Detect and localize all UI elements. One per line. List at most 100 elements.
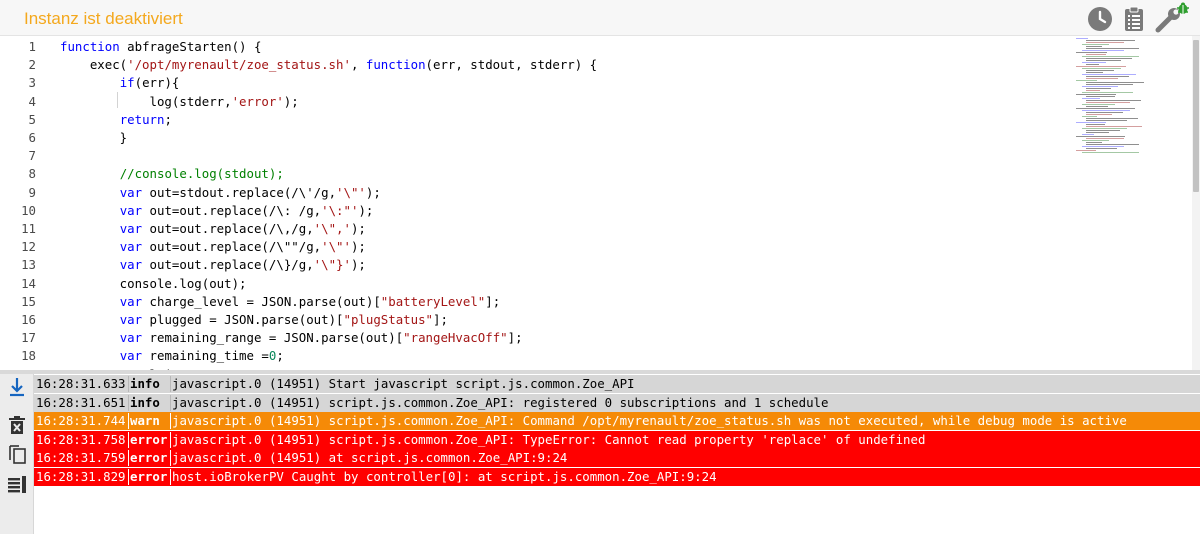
log-timestamp: 16:28:31.829 [36,469,126,484]
minimap-line [1086,46,1102,48]
minimap-line [1082,56,1139,58]
scroll-to-bottom-icon[interactable] [6,376,28,398]
log-column-divider [128,376,129,392]
code-line[interactable]: var out=out.replace(/\}/g,'\"}'); [60,256,366,274]
minimap-line [1082,146,1124,148]
minimap-line [1076,94,1116,96]
log-list-icon[interactable] [1121,6,1147,32]
code-token: out=out.replace(/\,/g, [142,221,314,236]
code-token: "batteryLevel" [380,293,486,309]
code-line[interactable]: if(err){ [60,74,180,92]
code-line[interactable]: var plugged = JSON.parse(out)["plugStatu… [60,311,448,329]
code-line[interactable]: //console.log(stdout); [60,165,284,183]
line-number: 11 [21,221,36,236]
code-token: ); [350,257,366,273]
minimap-line [1086,54,1106,56]
code-line[interactable]: var out=out.replace(/\: /g,'\:"'); [60,202,374,220]
log-level: error [130,469,168,484]
minimap-line [1086,132,1109,134]
code-token: charge_level = JSON.parse(out)[ [142,293,381,309]
minimap-line [1086,84,1133,86]
code-line[interactable]: exec('/opt/myrenault/zoe_status.sh', fun… [60,56,597,74]
code-token: ); [358,202,374,218]
log-column-divider [128,431,129,448]
log-row: 16:28:31.829 error host.ioBrokerPV Caught … [34,468,1200,486]
code-token: function [60,39,120,54]
code-editor[interactable]: 12345678910111213141516171819 function a… [0,36,1200,370]
minimap-line [1086,96,1115,98]
code-token: ); [350,239,366,255]
code-token: abfrageStarten() { [119,39,262,54]
code-token: remaining_range = JSON.parse(out)[ [142,330,404,346]
minimap-line [1082,74,1136,76]
minimap-line [1086,48,1139,50]
minimap-line [1082,50,1124,52]
copy-log-icon[interactable] [6,442,28,464]
line-number: 9 [28,184,36,200]
code-line[interactable]: return; [60,111,172,129]
line-number: 2 [28,57,36,73]
severity-filter-icon[interactable] [6,472,28,494]
code-token: "plugStatus" [343,312,434,327]
code-token: var [119,330,143,346]
code-token: var [119,202,143,218]
instance-header: Instanz ist deaktiviert [0,0,1200,36]
minimap-line [1086,76,1129,78]
minimap-line [1076,52,1107,54]
code-token: var [119,312,143,327]
minimap-line [1076,38,1088,40]
clear-log-icon[interactable] [6,414,28,436]
code-token: '\"}' [313,257,351,273]
code-token: (err, stdout, stderr) { [425,57,598,73]
log-message: javascript.0 (14951) script.js.common.Zo… [172,431,926,447]
code-token: var [119,348,143,364]
code-line[interactable]: var out=out.replace(/\""/g,'\"'); [60,238,366,256]
log-level: info [130,394,160,410]
log-column-divider [170,413,171,430]
instance-status-text: Instanz ist deaktiviert [24,9,183,28]
code-line[interactable]: var out=stdout.replace(/\'/g,'\"'); [60,184,381,202]
line-number: 1 [28,39,36,54]
log-level: error [130,431,168,447]
code-line[interactable]: var out=out.replace(/\,/g,'\",'); [60,220,366,238]
editor-minimap[interactable] [1074,36,1192,166]
minimap-line [1082,128,1127,130]
code-token: ]; [507,330,523,346]
editor-scrollbar-thumb[interactable] [1193,40,1199,192]
code-token: return [119,111,165,127]
minimap-line [1076,80,1097,82]
minimap-line [1082,98,1100,100]
log-message: javascript.0 (14951) script.js.common.Zo… [172,413,1127,429]
code-token: ]; [485,293,501,309]
log-column-divider [128,394,129,411]
minimap-line [1086,82,1144,84]
code-line[interactable]: var charge_level = JSON.parse(out)["batt… [60,293,500,311]
code-token: var [119,239,143,255]
minimap-line [1076,150,1096,152]
code-token: 'error' [231,93,284,109]
code-lines[interactable]: function abfrageStarten() { exec('/opt/m… [60,36,1070,370]
minimap-line [1086,124,1105,126]
code-line[interactable]: function abfrageStarten() { [60,38,261,56]
log-message: javascript.0 (14951) Start javascript sc… [172,376,635,391]
clock-icon[interactable] [1087,6,1113,32]
code-token: out=out.replace(/\""/g, [142,239,322,255]
code-line[interactable]: console.log(out); [60,275,247,293]
code-token: var [119,184,143,200]
minimap-line [1086,102,1130,104]
code-line[interactable]: var remaining_range = JSON.parse(out)["r… [60,329,523,347]
code-line[interactable]: var remaining_time =0; [60,347,284,365]
minimap-line [1086,126,1142,128]
code-line[interactable]: } [60,129,127,147]
code-line[interactable]: log(stderr,'error'); [60,93,299,111]
code-token: , [350,57,366,73]
log-level: error [130,450,168,466]
debug-wrench-icon[interactable] [1154,2,1190,34]
